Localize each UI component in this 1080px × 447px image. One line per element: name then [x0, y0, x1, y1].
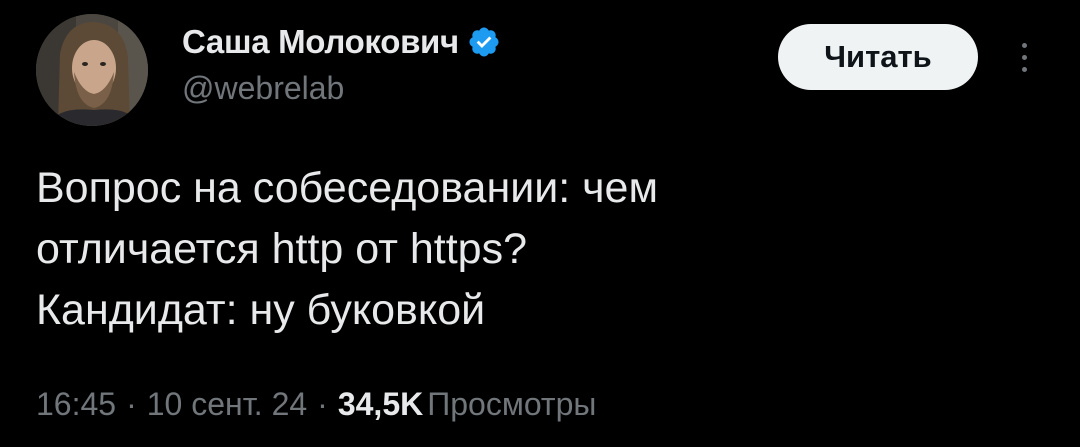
views-label: Просмотры: [427, 386, 597, 422]
tweet-text-line: Вопрос на собеседовании: чем: [36, 164, 659, 212]
tweet-card: Саша Молокович @webrelab Читать Вопрос н…: [0, 0, 1080, 447]
tweet-text-line: Кандидат: ну буковкой: [36, 286, 486, 334]
follow-button[interactable]: Читать: [778, 24, 978, 90]
views-count: 34,5K: [337, 386, 424, 422]
tweet-text: Вопрос на собеседовании: чем отличается …: [36, 158, 1036, 341]
tweet-date[interactable]: 10 сент. 24: [147, 386, 307, 423]
more-options-icon[interactable]: [1004, 34, 1044, 80]
author-display-name[interactable]: Саша Молокович: [182, 23, 459, 61]
tweet-text-line: отличается http от https?: [36, 225, 527, 273]
author-name-row: Саша Молокович: [182, 22, 501, 62]
meta-separator: ·: [317, 386, 328, 422]
verified-badge-icon[interactable]: [467, 25, 501, 59]
meta-separator: ·: [126, 386, 137, 422]
avatar[interactable]: [36, 14, 148, 126]
author-handle[interactable]: @webrelab: [182, 70, 344, 107]
tweet-meta: 16:45 · 10 сент. 24 · 34,5K Просмотры: [36, 386, 596, 423]
tweet-time[interactable]: 16:45: [36, 386, 116, 423]
